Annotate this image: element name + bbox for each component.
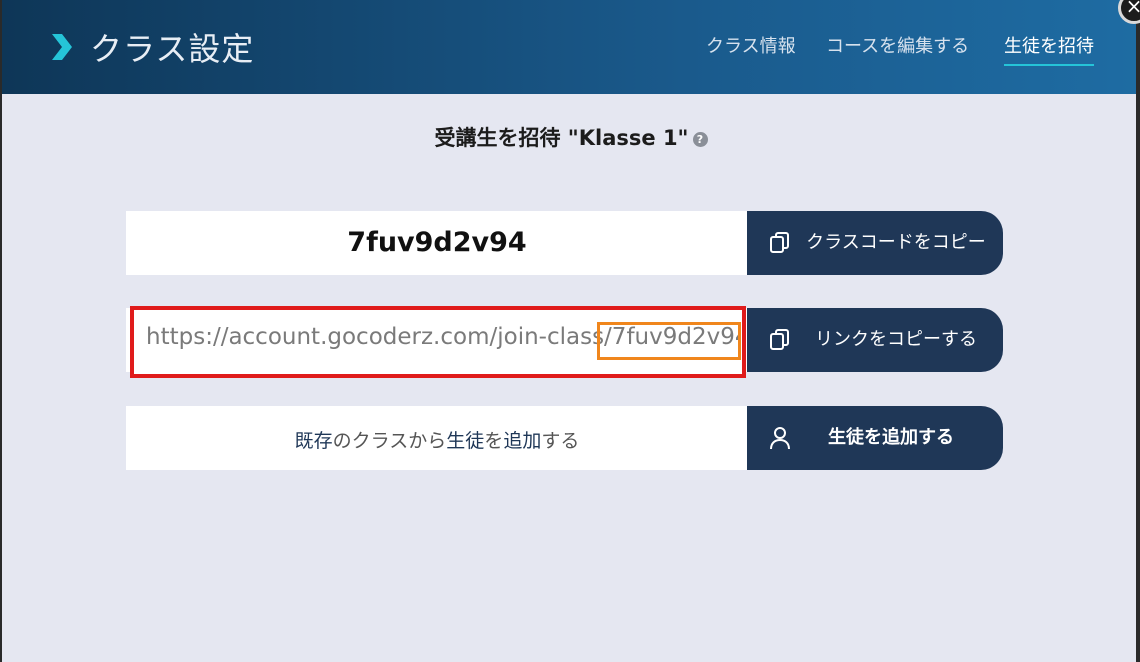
class-settings-modal: クラス設定 クラス情報 コースを編集する 生徒を招待 受講生を招待 "Klass…	[0, 0, 1140, 662]
add-text-part: 追加	[503, 430, 542, 452]
invite-heading: 受講生を招待 "Klasse 1"?	[2, 122, 1140, 152]
active-tab-underline	[1004, 64, 1094, 66]
add-text-part: 既存	[294, 430, 333, 452]
link-code-highlight	[597, 322, 741, 360]
modal-title: クラス設定	[90, 30, 255, 68]
tab-class-info[interactable]: クラス情報	[706, 32, 796, 64]
class-code: 7fuv9d2v94	[347, 227, 527, 258]
copy-icon	[770, 329, 789, 350]
copy-class-code-button[interactable]: クラスコードをコピー	[747, 211, 1003, 275]
add-students-button[interactable]: 生徒を追加する	[747, 406, 1003, 470]
add-text-part: のクラスから	[332, 430, 447, 452]
add-text-part: を	[484, 430, 504, 452]
tab-edit-courses[interactable]: コースを編集する	[826, 32, 969, 64]
copy-class-code-label: クラスコードをコピー	[806, 232, 986, 253]
add-text-part: する	[541, 430, 580, 452]
tab-invite-students[interactable]: 生徒を招待	[1004, 32, 1094, 66]
add-students-label: 生徒を追加する	[828, 427, 954, 448]
window-edge	[1136, 0, 1140, 662]
class-code-field: 7fuv9d2v94	[126, 211, 748, 275]
user-icon	[770, 427, 790, 450]
add-from-class-field[interactable]: 既存のクラスから生徒を追加する	[126, 406, 748, 470]
chevron-right-icon	[52, 34, 72, 60]
copy-link-label: リンクをコピーする	[815, 329, 977, 350]
add-from-class-text: 既存のクラスから生徒を追加する	[126, 426, 748, 453]
invite-heading-text: 受講生を招待 "Klasse 1"	[434, 126, 689, 150]
tab-invite-students-label: 生徒を招待	[1004, 36, 1094, 57]
copy-icon	[770, 232, 789, 253]
help-icon[interactable]: ?	[692, 131, 708, 147]
add-text-part: 生徒	[446, 430, 485, 452]
invite-link-row: https://account.gocoderz.com/join-class/…	[126, 306, 1004, 378]
copy-link-button[interactable]: リンクをコピーする	[747, 308, 1003, 372]
add-students-row: 既存のクラスから生徒を追加する 生徒を追加する	[126, 406, 1004, 470]
class-code-row: 7fuv9d2v94 クラスコードをコピー	[126, 211, 1004, 275]
modal-header: クラス設定 クラス情報 コースを編集する 生徒を招待	[2, 0, 1140, 94]
